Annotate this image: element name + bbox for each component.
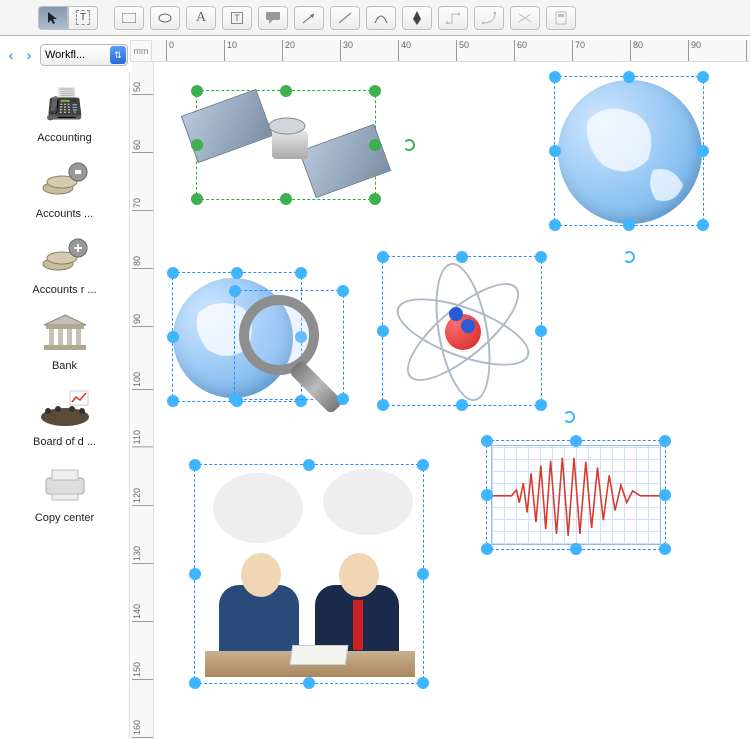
library-item-copy-center[interactable]: Copy center [0,452,129,528]
library-nav: ‹ › Workfl... ⇅ [0,40,132,70]
drawing-canvas[interactable] [154,62,750,739]
library-item-board-of-directors[interactable]: Board of d ... [0,376,129,452]
text-box-tool[interactable]: T [222,6,252,30]
top-toolbar: T A T [0,0,750,36]
dropdown-handle-icon: ⇅ [110,46,126,64]
library-item-accounts-receivable[interactable]: Accounts r ... [0,224,129,300]
meeting-people-shape[interactable] [194,464,424,684]
text-tool[interactable]: A [186,6,216,30]
vertical-ruler: 50 60 70 80 90 100 110 120 130 140 150 1… [132,62,154,739]
horizontal-ruler: 0 10 20 30 40 50 60 70 80 90 100 [152,40,750,62]
library-item-label: Accounts r ... [4,284,125,296]
library-item-bank[interactable]: Bank [0,300,129,376]
library-item-accounting[interactable]: 📠 Accounting [0,72,129,148]
page-tool[interactable] [546,6,576,30]
waveform-chart-shape[interactable] [486,440,666,550]
accounts-receivable-icon [35,232,95,280]
callout-tool[interactable] [258,6,288,30]
connector-tool[interactable] [438,6,468,30]
accounts-payable-icon [35,156,95,204]
curve-tool[interactable] [366,6,396,30]
library-dropdown[interactable]: Workfl... ⇅ [40,44,128,66]
library-dropdown-label: Workfl... [45,49,85,61]
pen-tool[interactable] [402,6,432,30]
copy-center-icon [35,460,95,508]
shape-library-sidebar: 📠 Accounting Accounts ... Accounts r ...… [0,72,130,739]
shape-tools: A T [114,6,582,30]
library-item-label: Copy center [4,512,125,524]
library-item-label: Accounts ... [4,208,125,220]
rectangle-tool[interactable] [114,6,144,30]
text-select-tool[interactable]: T [68,6,98,30]
magnifier-overlay[interactable] [234,290,344,400]
pointer-tool[interactable] [38,6,68,30]
library-item-label: Accounting [4,132,125,144]
nav-forward[interactable]: › [22,45,36,65]
accounting-icon: 📠 [35,80,95,128]
line-tool[interactable] [330,6,360,30]
connector-arc-tool[interactable] [474,6,504,30]
bank-icon [35,308,95,356]
board-of-directors-icon [35,384,95,432]
library-item-label: Board of d ... [4,436,125,448]
atom-shape[interactable] [382,256,542,406]
library-item-accounts-payable[interactable]: Accounts ... [0,148,129,224]
satellite-shape[interactable] [196,90,376,200]
ruler-units: mm [130,40,152,62]
nav-back[interactable]: ‹ [4,45,18,65]
ellipse-tool[interactable] [150,6,180,30]
pointer-tool-group: T [38,6,98,30]
arrow-tool[interactable] [294,6,324,30]
connector-cross-tool[interactable] [510,6,540,30]
library-item-label: Bank [4,360,125,372]
globe-large-shape[interactable] [554,76,704,226]
